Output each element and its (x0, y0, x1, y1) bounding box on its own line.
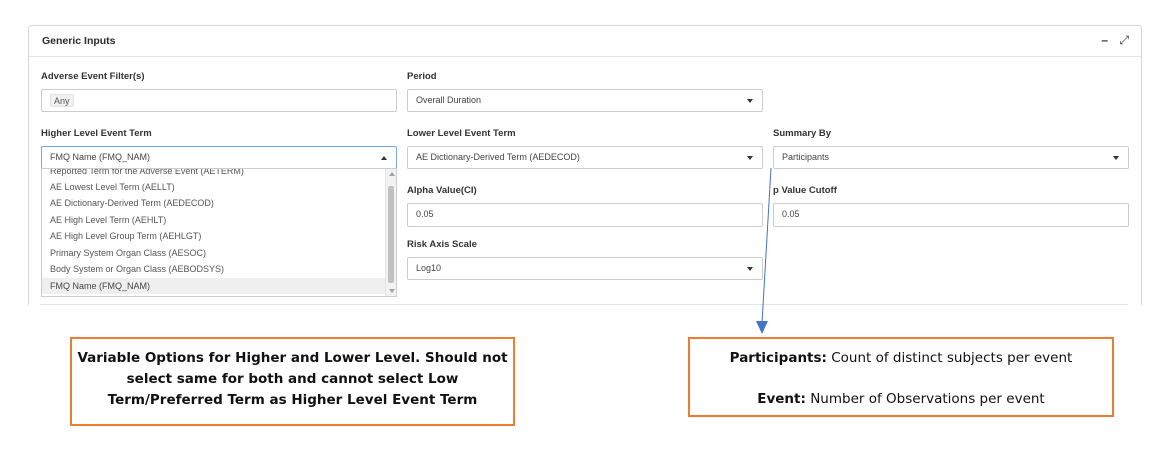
summary-definitions-note: Participants: Count of distinct subjects… (688, 337, 1114, 417)
event-definition: Event: Number of Observations per event (690, 389, 1112, 410)
event-text: Number of Observations per event (810, 391, 1045, 407)
participants-definition: Participants: Count of distinct subjects… (690, 348, 1112, 369)
participants-text: Count of distinct subjects per event (831, 350, 1073, 366)
variable-options-note: Variable Options for Higher and Lower Le… (70, 337, 515, 426)
event-term: Event: (757, 391, 806, 407)
participants-term: Participants: (729, 350, 827, 366)
